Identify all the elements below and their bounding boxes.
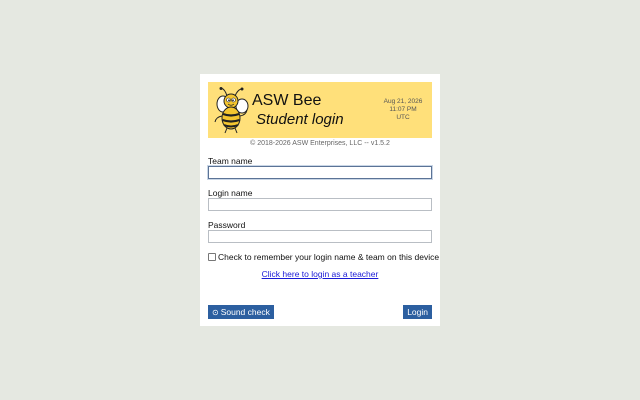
login-name-input[interactable] (208, 198, 432, 211)
password-input[interactable] (208, 230, 432, 243)
remember-me-checkbox[interactable] (208, 253, 216, 261)
team-name-label: Team name (208, 156, 253, 166)
login-card: ASW Bee Student login Aug 21, 2026 11:07… (200, 74, 440, 326)
app-title: ASW Bee (252, 92, 322, 109)
header-banner: ASW Bee Student login Aug 21, 2026 11:07… (208, 82, 432, 138)
date-text: Aug 21, 2026 (383, 98, 423, 105)
timezone-text: UTC (396, 114, 410, 121)
remember-me-row[interactable]: Check to remember your login name & team… (208, 252, 439, 262)
sound-check-button[interactable]: ⊙ Sound check (208, 305, 274, 319)
teacher-login-link[interactable]: Click here to login as a teacher (200, 269, 440, 279)
team-name-input[interactable] (208, 166, 432, 179)
remember-me-label: Check to remember your login name & team… (218, 252, 440, 262)
copyright-text: © 2018-2026 ASW Enterprises, LLC -- v1.5… (250, 140, 390, 147)
datetime-display: Aug 21, 2026 11:07 PM UTC (378, 98, 428, 122)
bee-mascot-icon (214, 87, 249, 134)
login-button[interactable]: Login (403, 305, 432, 319)
page-subtitle: Student login (256, 111, 344, 128)
password-label: Password (208, 220, 246, 230)
sound-check-label: Sound check (220, 307, 270, 317)
play-circle-icon: ⊙ (212, 308, 219, 317)
time-text: 11:07 PM (389, 106, 417, 113)
login-name-label: Login name (208, 188, 253, 198)
